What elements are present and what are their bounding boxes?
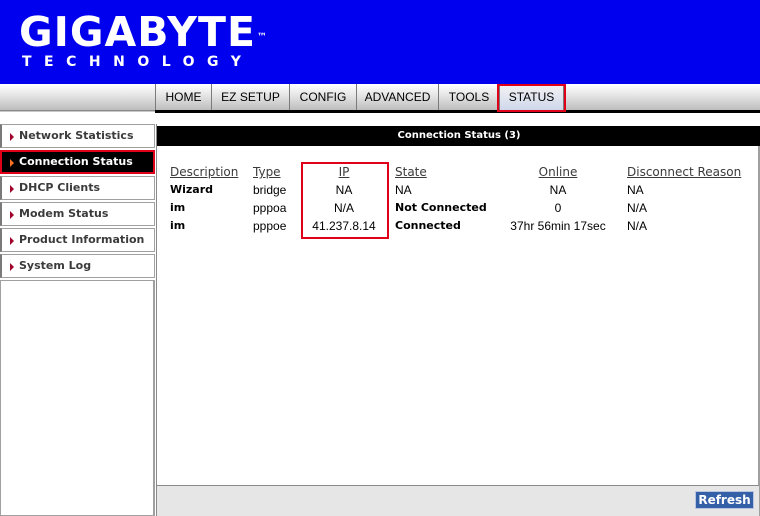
table-cell-type: bridge [253,183,287,197]
table-cell-online: 0 [554,201,562,215]
table-cell-description: Wizard [170,183,214,196]
sidebar: Network Statistics Connection Status DHC… [0,124,155,280]
arrow-right-icon [10,133,14,141]
refresh-button[interactable]: Refresh [695,491,754,509]
nav-config[interactable]: CONFIG [289,84,356,110]
nav-underline [155,110,760,113]
brand-logo: GIGABYTE™ [19,8,267,56]
sidebar-item-modem-status[interactable]: Modem Status [0,202,155,226]
table-cell-disconnect-reason: N/A [627,219,648,233]
table-cell-state: Not Connected [395,201,487,214]
nav-ez-setup[interactable]: EZ SETUP [211,84,289,110]
header-banner: GIGABYTE™ TECHNOLOGY [0,0,760,84]
column-header-disconnect-reason: Disconnect Reason [627,165,742,179]
sidebar-item-label: Connection Status [19,155,133,168]
sidebar-item-connection-status[interactable]: Connection Status [0,150,155,174]
sidebar-item-product-information[interactable]: Product Information [0,228,155,252]
sidebar-item-system-log[interactable]: System Log [0,254,155,278]
column-header-type: Type [253,165,281,179]
column-header-online: Online [538,165,578,179]
table-cell-online: 37hr 56min 17sec [510,219,606,233]
arrow-right-icon [10,185,14,193]
nav-home[interactable]: HOME [155,84,211,110]
sidebar-item-dhcp-clients[interactable]: DHCP Clients [0,176,155,200]
table-cell-online: NA [549,183,567,197]
nav-tools[interactable]: TOOLS [438,84,499,110]
arrow-right-icon [10,211,14,219]
table-cell-disconnect-reason: N/A [627,201,648,215]
sidebar-item-label: System Log [19,259,92,272]
panel-title: Connection Status (3) [157,126,760,146]
table-cell-state: Connected [395,219,461,232]
sidebar-empty-area [0,280,155,516]
nav-advanced[interactable]: ADVANCED [356,84,438,110]
column-header-state: State [395,165,427,179]
table-cell-description: im [170,201,186,214]
sidebar-item-label: Product Information [19,233,145,246]
main-panel: Connection Status (3) Refresh [156,124,760,516]
table-cell-description: im [170,219,186,232]
arrow-right-icon [10,263,14,271]
sidebar-item-label: DHCP Clients [19,181,101,194]
arrow-right-icon [10,237,14,245]
panel-footer: Refresh [157,486,760,516]
arrow-right-icon [10,159,14,167]
table-cell-type: pppoa [253,201,287,215]
ip-column-highlight-box [301,162,389,239]
status-highlight-box [497,84,566,112]
brand-name: GIGABYTE [19,8,256,56]
table-cell-disconnect-reason: NA [627,183,644,197]
trademark-symbol: ™ [256,32,267,43]
sidebar-item-network-statistics[interactable]: Network Statistics [0,124,155,148]
table-cell-state: NA [395,183,412,197]
sidebar-item-label: Modem Status [19,207,109,220]
table-cell-type: pppoe [253,219,287,233]
sidebar-item-label: Network Statistics [19,129,134,142]
brand-subtitle: TECHNOLOGY [22,54,254,70]
connection-table-area [157,146,760,486]
column-header-description: Description [170,165,239,179]
